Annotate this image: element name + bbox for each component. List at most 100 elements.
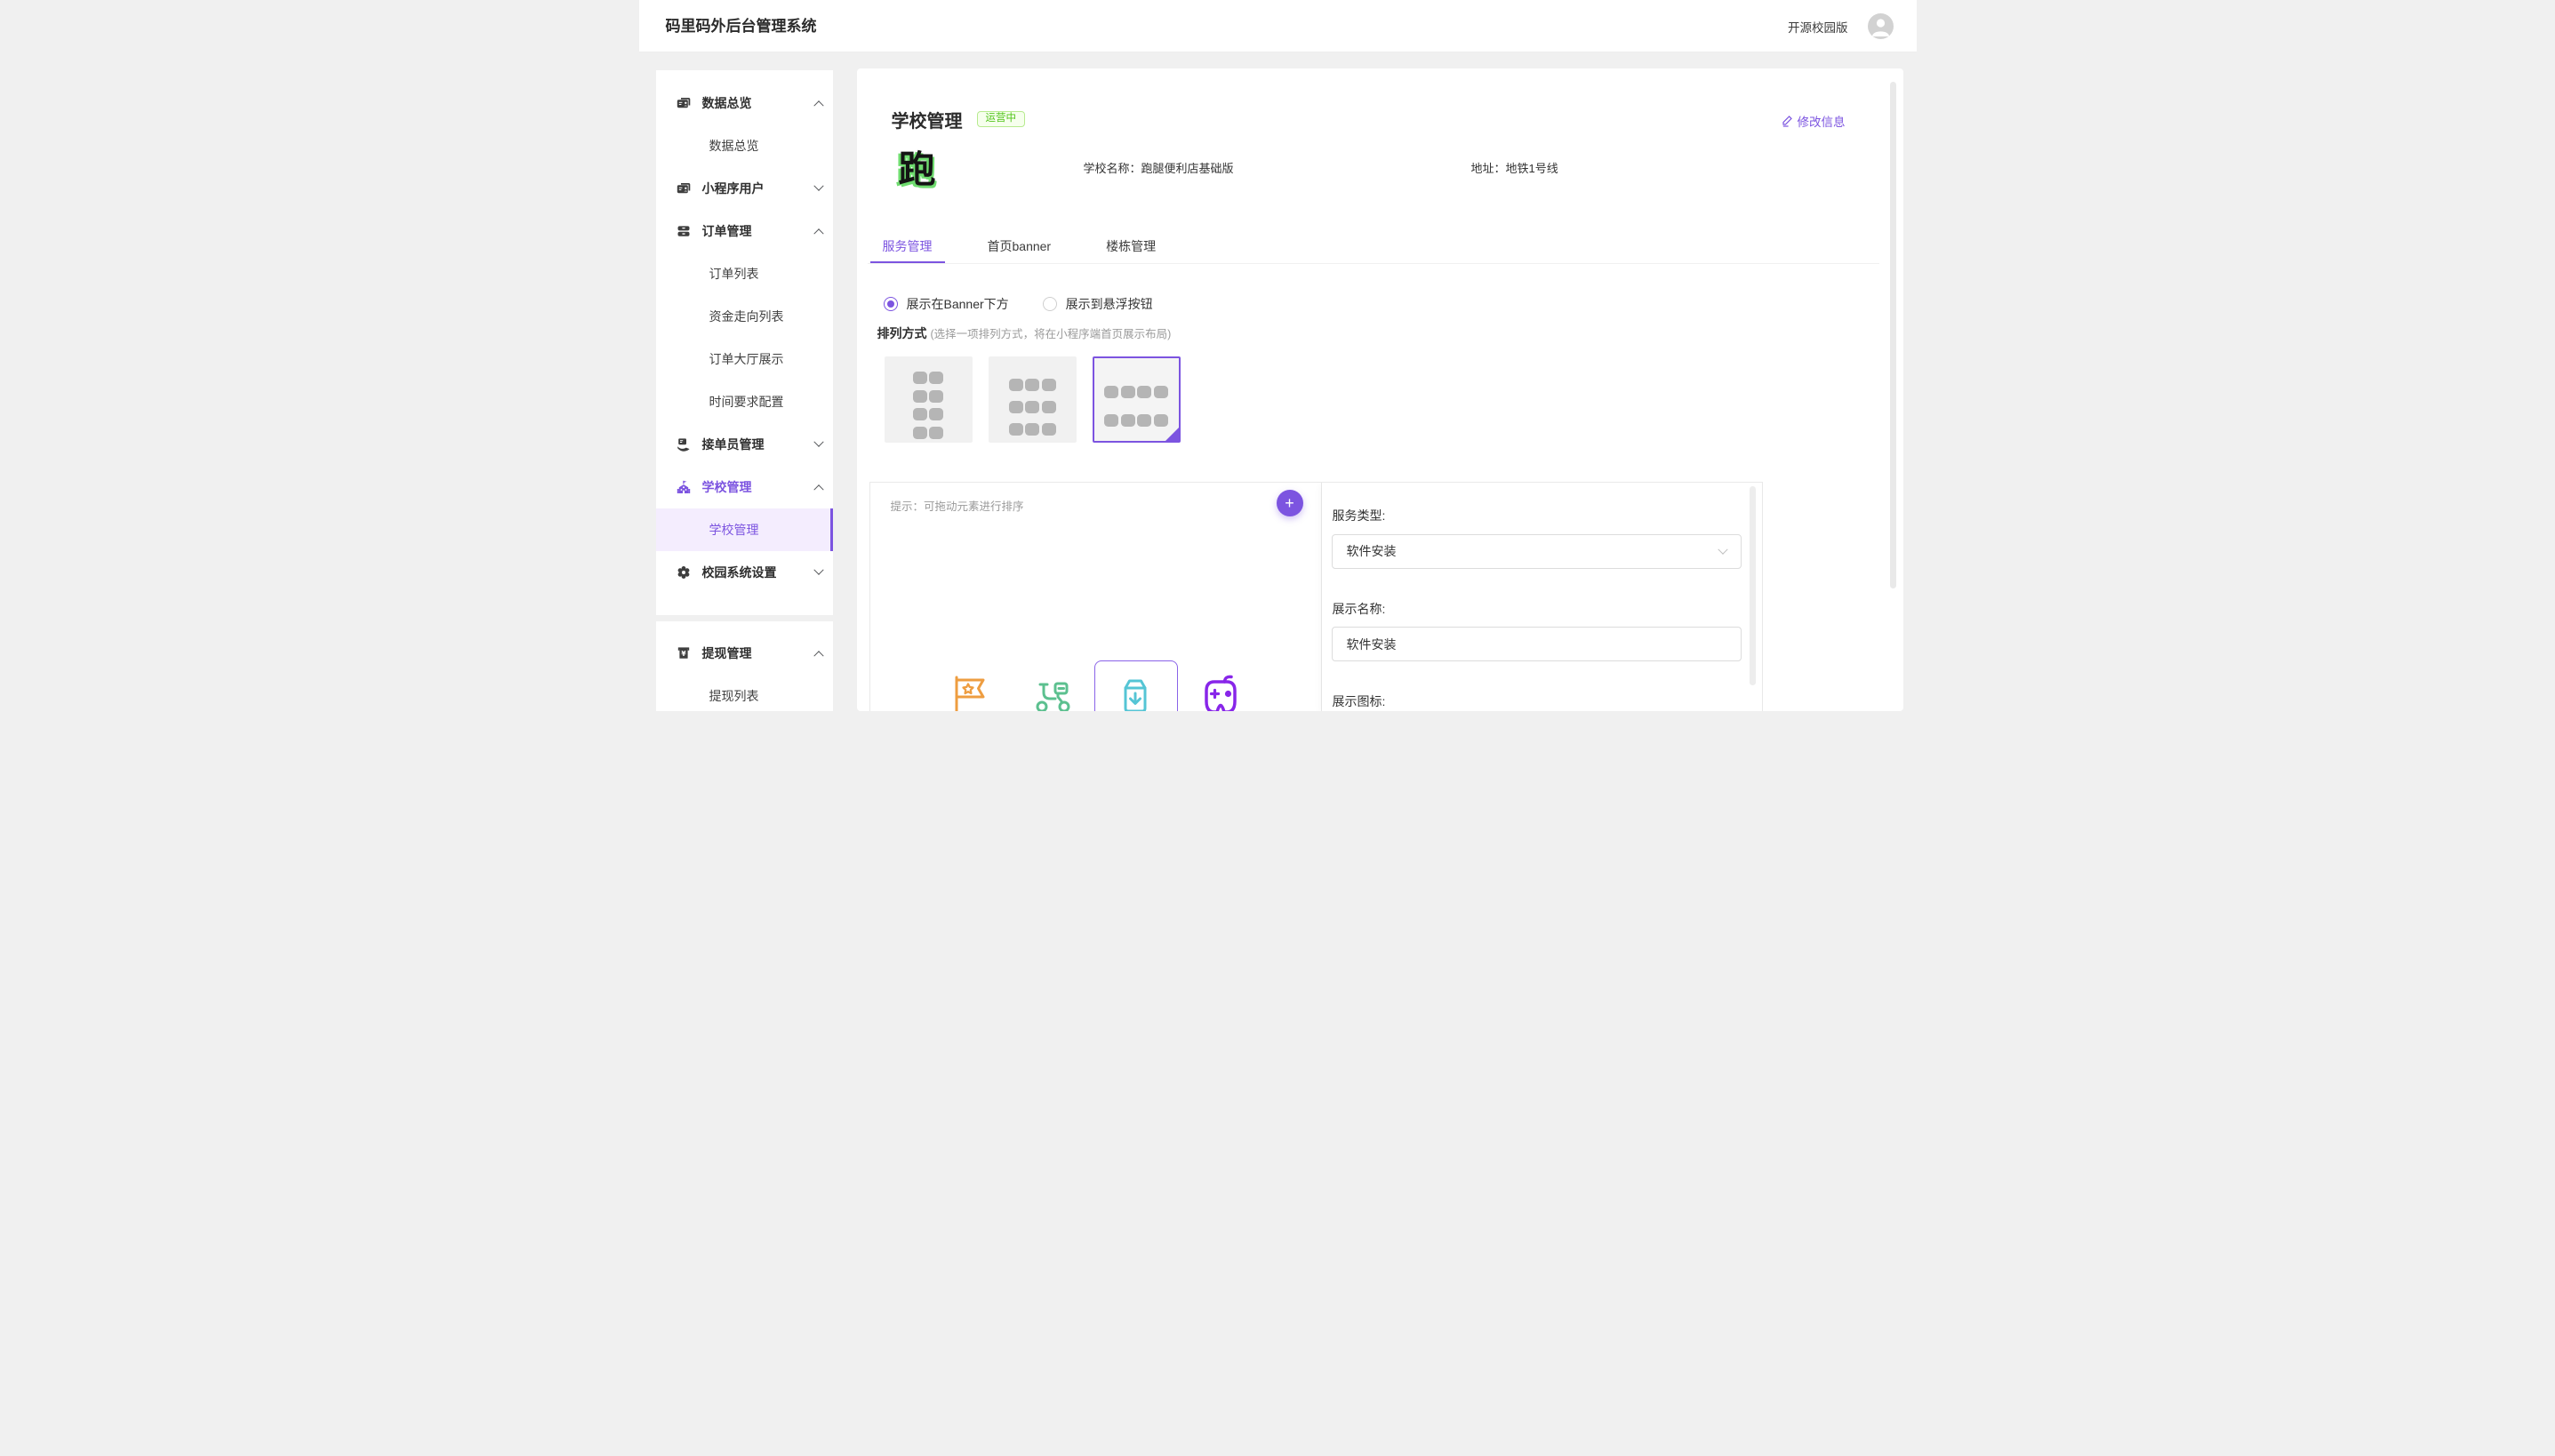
sidebar-item-label: 订单大厅展示 <box>709 350 822 368</box>
box-download-icon[interactable] <box>1114 673 1157 711</box>
main-content-card: 学校管理 运营中 修改信息 跑 学校名称：跑腿便利店基础版 地址：地铁1号线 服… <box>857 68 1903 711</box>
sidebar-item-time-config[interactable]: 时间要求配置 <box>656 380 833 423</box>
school-name-label: 学校名称： <box>1084 162 1141 175</box>
header-right: 开源校园版 <box>1788 0 1894 52</box>
flag-star-icon[interactable] <box>949 673 991 711</box>
chevron-down-icon <box>813 181 823 191</box>
edit-info-link[interactable]: 修改信息 <box>1782 112 1846 130</box>
school-address: 地址：地铁1号线 <box>1471 160 1558 178</box>
tab-bar-divider <box>868 263 1879 264</box>
service-sort-panel: 提示：可拖动元素进行排序 + 服务类型: 软件安装 <box>869 482 1763 711</box>
user-avatar[interactable] <box>1868 13 1894 39</box>
sidebar-withdraw: ¥ 提现管理 提现列表 <box>656 621 833 711</box>
service-edit-form: 服务类型: 软件安装 展示名称: 展示图标: <box>1322 483 1762 711</box>
tab-building-mgmt[interactable]: 楼栋管理 <box>1093 229 1168 263</box>
courier-icon <box>677 437 691 452</box>
miniprogram-users-icon <box>677 181 691 196</box>
sidebar-item-fund-flow-list[interactable]: 资金走向列表 <box>656 295 833 338</box>
sidebar-item-school-mgmt-child[interactable]: 学校管理 <box>656 508 833 551</box>
sidebar-item-label: 接单员管理 <box>702 436 815 453</box>
layout-preview-4x2 <box>1104 386 1168 441</box>
radio-banner-below[interactable] <box>884 297 898 311</box>
radio-floating-button[interactable] <box>1043 297 1057 311</box>
sidebar-item-label: 订单管理 <box>702 222 815 240</box>
tab-service-mgmt[interactable]: 服务管理 <box>870 229 945 263</box>
orders-icon <box>677 224 691 238</box>
sidebar-item-courier-mgmt[interactable]: 接单员管理 <box>656 423 833 466</box>
withdraw-icon: ¥ <box>677 646 691 660</box>
svg-text:¥: ¥ <box>681 650 686 658</box>
sidebar-item-label: 小程序用户 <box>702 180 815 197</box>
service-type-label: 服务类型: <box>1333 507 1386 524</box>
page-title: 学校管理 <box>892 107 963 132</box>
sidebar-item-campus-settings[interactable]: 校园系统设置 <box>656 551 833 594</box>
layout-preview-2x4 <box>913 372 944 443</box>
chevron-down-icon <box>1718 545 1727 555</box>
school-name: 学校名称：跑腿便利店基础版 <box>1084 160 1234 178</box>
edition-label: 开源校园版 <box>1788 18 1848 36</box>
arrangement-hint: (选择一项排列方式，将在小程序端首页展示布局) <box>931 328 1172 340</box>
app-title: 码里码外后台管理系统 <box>666 0 817 52</box>
app-window: 码里码外后台管理系统 开源校园版 数据总览 数据总览 <box>639 0 1917 728</box>
pencil-icon <box>1782 115 1794 127</box>
sidebar-item-withdraw-list[interactable]: 提现列表 <box>656 675 833 711</box>
card-scrollbar[interactable] <box>1890 82 1896 588</box>
form-scrollbar[interactable] <box>1750 486 1756 685</box>
arrangement-title-text: 排列方式 <box>877 326 927 340</box>
layout-option-4col-selected[interactable] <box>1093 356 1181 443</box>
chevron-up-icon <box>813 100 823 110</box>
drag-hint: 提示：可拖动元素进行排序 <box>891 497 1024 514</box>
layout-options <box>885 356 1181 443</box>
school-address-label: 地址： <box>1471 162 1506 175</box>
sidebar-item-label: 校园系统设置 <box>702 564 815 581</box>
sidebar-item-order-hall[interactable]: 订单大厅展示 <box>656 338 833 380</box>
sidebar-item-miniprogram-users[interactable]: 小程序用户 <box>656 167 833 210</box>
radio-floating-button-label[interactable]: 展示到悬浮按钮 <box>1066 295 1153 313</box>
tab-home-banner[interactable]: 首页banner <box>975 229 1064 263</box>
sidebar-item-label: 资金走向列表 <box>709 308 822 325</box>
radio-banner-below-label[interactable]: 展示在Banner下方 <box>907 295 1009 313</box>
service-type-value: 软件安装 <box>1347 544 1397 558</box>
sidebar-item-label: 提现列表 <box>709 687 822 705</box>
top-header: 码里码外后台管理系统 开源校园版 <box>639 0 1917 52</box>
chevron-down-icon <box>813 565 823 575</box>
layout-option-3col[interactable] <box>989 356 1077 443</box>
tab-bar: 服务管理 首页banner 楼栋管理 <box>870 229 1199 263</box>
layout-preview-3x3 <box>1009 379 1056 443</box>
school-icon <box>677 480 691 494</box>
sidebar-item-label: 数据总览 <box>709 137 822 155</box>
sidebar-item-label: 提现管理 <box>702 644 815 662</box>
sidebar-item-school-mgmt[interactable]: 学校管理 <box>656 466 833 508</box>
display-position-options: 展示在Banner下方 展示到悬浮按钮 <box>884 296 1187 312</box>
school-address-value: 地铁1号线 <box>1506 162 1558 175</box>
data-cards-icon <box>677 96 691 110</box>
sidebar-item-data-overview-child[interactable]: 数据总览 <box>656 124 833 167</box>
school-logo: 跑 <box>899 147 945 193</box>
page-title-row: 学校管理 运营中 <box>892 106 1026 132</box>
arrangement-title: 排列方式 (选择一项排列方式，将在小程序端首页展示布局) <box>877 324 1172 342</box>
chevron-up-icon <box>813 228 823 238</box>
display-name-input[interactable] <box>1332 627 1742 661</box>
school-name-value: 跑腿便利店基础版 <box>1141 162 1234 175</box>
display-name-label: 展示名称: <box>1333 600 1386 618</box>
sidebar-main: 数据总览 数据总览 小程序用户 订单管理 订单列表 资金走向列表 订单大厅 <box>656 70 833 615</box>
sidebar-item-order-list[interactable]: 订单列表 <box>656 252 833 295</box>
status-badge: 运营中 <box>977 111 1026 128</box>
layout-option-2col[interactable] <box>885 356 973 443</box>
sidebar-item-label: 订单列表 <box>709 265 822 283</box>
chevron-up-icon <box>813 484 823 494</box>
gear-icon <box>677 565 691 580</box>
selected-corner-mark <box>1165 428 1179 441</box>
sidebar-item-order-mgmt[interactable]: 订单管理 <box>656 210 833 252</box>
person-icon <box>1868 13 1894 39</box>
sidebar-item-label: 学校管理 <box>702 478 815 496</box>
game-controller-icon[interactable] <box>1199 673 1242 711</box>
display-icon-label: 展示图标: <box>1333 692 1386 710</box>
add-service-button[interactable]: + <box>1277 490 1303 516</box>
sidebar-item-data-overview[interactable]: 数据总览 <box>656 82 833 124</box>
service-type-select[interactable]: 软件安装 <box>1332 534 1742 569</box>
delivery-scooter-icon[interactable] <box>1031 673 1074 711</box>
sidebar-item-withdraw-mgmt[interactable]: ¥ 提现管理 <box>656 632 833 675</box>
chevron-down-icon <box>813 437 823 447</box>
sidebar-item-label: 学校管理 <box>709 521 820 539</box>
